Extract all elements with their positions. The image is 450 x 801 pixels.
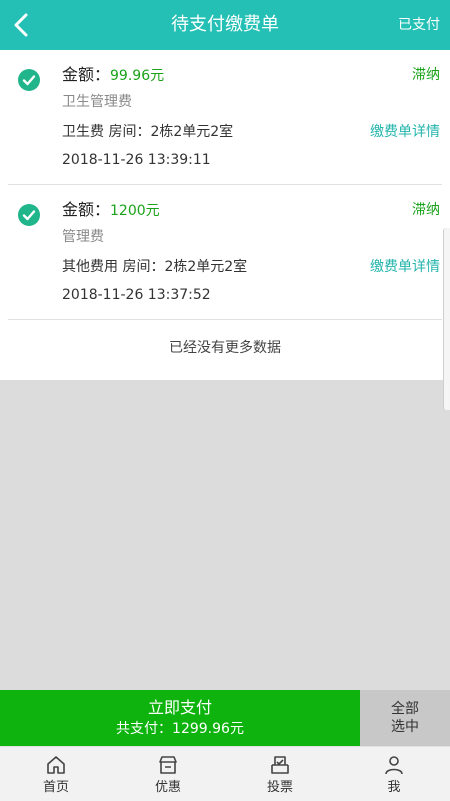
select-all-label: 全部 — [391, 701, 419, 717]
pay-now-button[interactable]: 立即支付 共支付：1299.96元 — [0, 690, 360, 746]
amount-row: 金额：99.96元 — [62, 62, 164, 88]
bill-time: 2018-11-26 13:39:11 — [62, 152, 211, 168]
home-icon — [47, 756, 65, 774]
top-bar: 待支付缴费单 已支付 — [0, 0, 450, 50]
late-badge: 滞纳 — [412, 202, 440, 218]
bill-time: 2018-11-26 13:37:52 — [62, 287, 211, 303]
tab-discount[interactable]: 优惠 — [112, 747, 224, 801]
room-info: 卫生费 房间：2栋2单元2室 — [62, 124, 234, 140]
amount-value: 1200元 — [110, 203, 160, 219]
ballot-icon — [271, 756, 289, 774]
amount-row: 金额：1200元 — [62, 197, 160, 223]
pay-now-label: 立即支付 — [147, 698, 212, 717]
bill-item[interactable]: 金额：1200元 滞纳 管理费 其他费用 房间：2栋2单元2室 缴费单详情 20… — [0, 185, 450, 320]
tab-me[interactable]: 我 — [338, 747, 450, 801]
bill-detail-link[interactable]: 缴费单详情 — [370, 257, 440, 277]
select-all-button[interactable]: 全部 选中 — [360, 690, 450, 746]
select-all-label: 选中 — [391, 719, 419, 735]
no-more-data: 已经没有更多数据 — [169, 340, 281, 356]
shop-icon — [159, 756, 177, 774]
room-info: 其他费用 房间：2栋2单元2室 — [62, 259, 248, 275]
paid-link[interactable]: 已支付 — [398, 0, 440, 50]
amount-value: 99.96元 — [110, 68, 165, 84]
page-title: 待支付缴费单 — [171, 14, 279, 35]
bottom-tab-bar: 首页 优惠 投票 我 — [0, 746, 450, 801]
tab-vote[interactable]: 投票 — [224, 747, 336, 801]
fee-type: 卫生管理费 — [62, 94, 132, 110]
tab-label: 投票 — [266, 780, 293, 795]
tab-home[interactable]: 首页 — [0, 747, 112, 801]
scrollbar[interactable] — [443, 228, 450, 410]
tab-label: 优惠 — [154, 780, 181, 795]
check-icon[interactable] — [18, 204, 40, 226]
check-icon[interactable] — [18, 69, 40, 91]
bill-detail-link[interactable]: 缴费单详情 — [370, 122, 440, 142]
pay-total: 共支付：1299.96元 — [116, 721, 244, 737]
late-badge: 滞纳 — [412, 67, 440, 83]
bill-list: 金额：99.96元 滞纳 卫生管理费 卫生费 房间：2栋2单元2室 缴费单详情 … — [0, 50, 450, 380]
amount-label: 金额： — [62, 200, 111, 219]
pay-bar: 立即支付 共支付：1299.96元 全部 选中 — [0, 690, 450, 746]
amount-label: 金额： — [62, 65, 111, 84]
user-icon — [385, 756, 403, 775]
bill-item[interactable]: 金额：99.96元 滞纳 卫生管理费 卫生费 房间：2栋2单元2室 缴费单详情 … — [0, 50, 450, 185]
fee-type: 管理费 — [62, 229, 104, 245]
tab-label: 我 — [387, 780, 401, 795]
tab-label: 首页 — [42, 780, 69, 795]
